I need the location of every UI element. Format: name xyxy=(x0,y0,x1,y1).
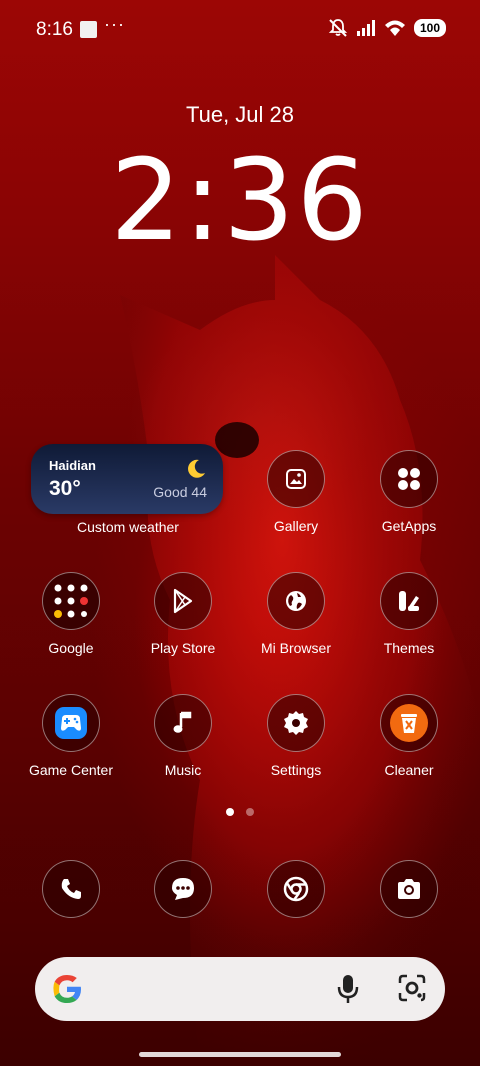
folder-google[interactable]: Google xyxy=(21,572,121,656)
silent-bell-icon xyxy=(328,19,348,37)
app-music[interactable]: Music xyxy=(133,694,233,778)
app-label: Game Center xyxy=(28,762,114,778)
music-note-icon xyxy=(173,711,192,733)
signal-icon xyxy=(356,20,375,36)
app-label: Themes xyxy=(383,640,435,656)
messages-icon xyxy=(172,878,194,900)
app-label: Settings xyxy=(270,762,322,778)
google-g-icon xyxy=(53,975,81,1003)
dock-chrome[interactable] xyxy=(246,860,346,918)
lock-clock[interactable]: 2:36 xyxy=(0,136,480,266)
app-themes[interactable]: Themes xyxy=(359,572,459,656)
app-settings[interactable]: Settings xyxy=(246,694,346,778)
lock-date: Tue, Jul 28 xyxy=(185,102,295,127)
status-time: 8:16 xyxy=(36,19,73,40)
lens-icon[interactable] xyxy=(397,973,427,1003)
app-getapps[interactable]: GetApps xyxy=(359,450,459,534)
notification-square-icon xyxy=(80,21,97,38)
phone-icon xyxy=(61,879,81,899)
app-label: GetApps xyxy=(381,518,437,534)
app-play-store[interactable]: Play Store xyxy=(133,572,233,656)
gamepad-icon xyxy=(55,707,87,739)
app-label: Mi Browser xyxy=(260,640,331,656)
app-mi-browser[interactable]: Mi Browser xyxy=(246,572,346,656)
themes-icon xyxy=(399,591,419,611)
weather-widget[interactable]: Haidian 30° Good 44 xyxy=(31,444,223,514)
weather-widget-label: Custom weather xyxy=(77,519,179,535)
moon-icon xyxy=(188,459,205,478)
gallery-icon xyxy=(286,469,306,489)
google-folder-icon xyxy=(54,584,88,618)
weather-air-quality: Good 44 xyxy=(153,484,207,500)
app-gallery[interactable]: Gallery xyxy=(246,450,346,534)
globe-icon xyxy=(286,591,306,611)
dock-messages[interactable] xyxy=(133,860,233,918)
trash-icon xyxy=(390,704,428,742)
status-overflow: ··· xyxy=(104,14,125,34)
wifi-icon xyxy=(384,20,405,36)
weather-temperature: 30° xyxy=(49,477,81,500)
page-dot-active xyxy=(226,808,234,816)
gear-icon xyxy=(284,711,308,735)
app-label: Music xyxy=(164,762,202,778)
app-label: Google xyxy=(48,640,94,656)
page-indicator xyxy=(0,808,480,816)
battery-icon: 100 xyxy=(413,19,446,37)
status-bar: 8:16 ··· 100 xyxy=(0,0,480,60)
camera-icon xyxy=(398,879,420,899)
app-cleaner[interactable]: Cleaner xyxy=(359,694,459,778)
chrome-icon xyxy=(283,876,309,902)
mic-icon[interactable] xyxy=(335,973,361,1005)
app-label: Cleaner xyxy=(384,762,434,778)
weather-city: Haidian xyxy=(49,458,96,473)
app-game-center[interactable]: Game Center xyxy=(21,694,121,778)
page-dot xyxy=(246,808,254,816)
home-indicator[interactable] xyxy=(139,1052,341,1057)
app-label: Play Store xyxy=(150,640,216,656)
app-label: Gallery xyxy=(273,518,319,534)
play-store-icon xyxy=(173,588,193,614)
getapps-icon xyxy=(398,468,420,490)
dock-camera[interactable] xyxy=(359,860,459,918)
dock-phone[interactable] xyxy=(21,860,121,918)
google-search-bar[interactable] xyxy=(35,957,445,1021)
